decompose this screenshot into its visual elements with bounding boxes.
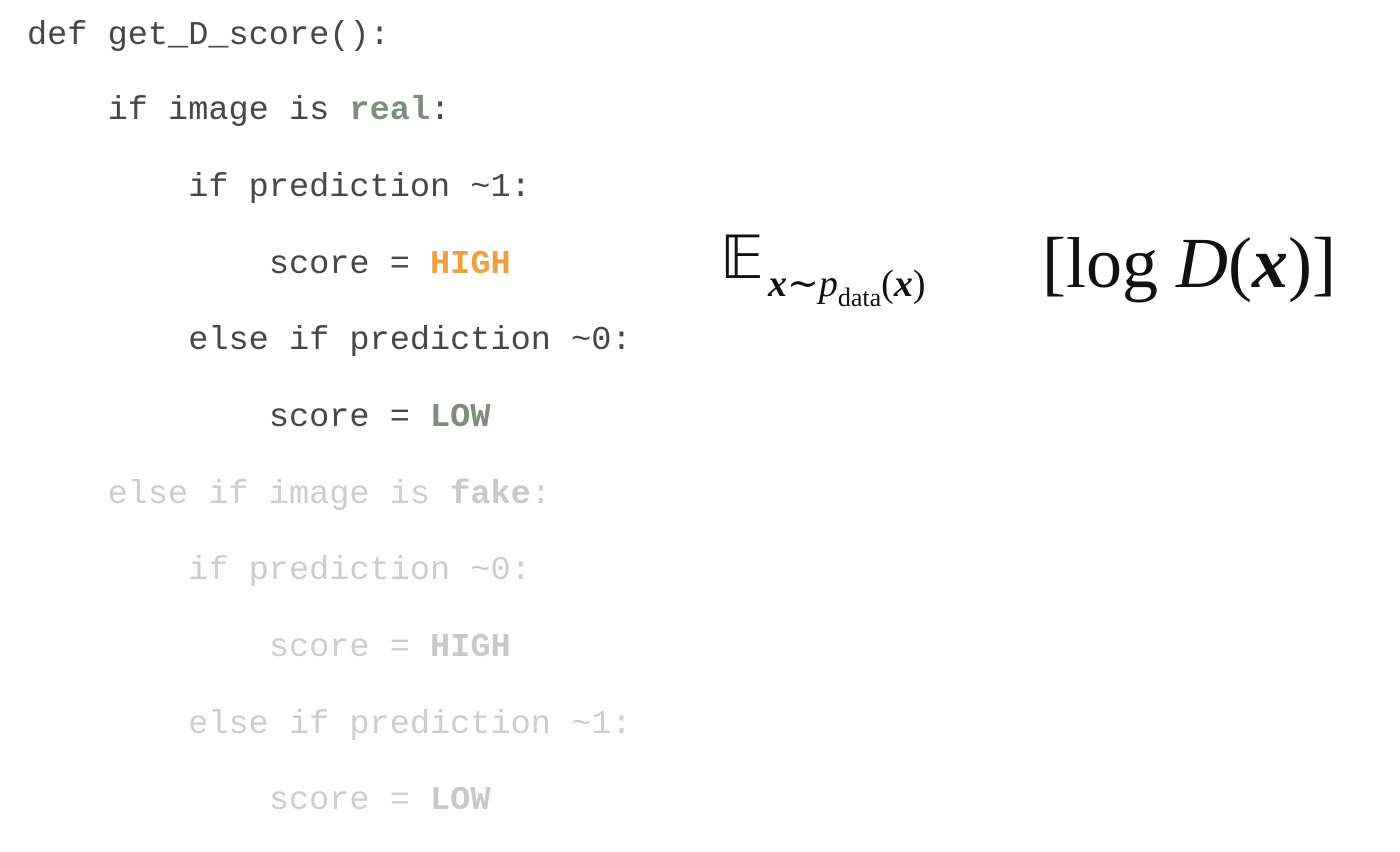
expectation-symbol: 𝔼 — [720, 223, 764, 293]
code-line-score-low-fake: score = LOW — [268, 782, 491, 820]
keyword-high: HIGH — [430, 246, 511, 284]
code-line-if-pred-1: if prediction ~1: — [188, 169, 531, 207]
code-line-score-high: score = HIGH — [268, 246, 511, 284]
code-line-if-real: if image is real: — [107, 92, 451, 130]
keyword-real: real — [349, 92, 431, 130]
formula-subscript: x∼pdata(x) — [768, 263, 926, 312]
keyword-high-fake: HIGH — [430, 629, 511, 667]
formula-main-expression: [log D(x)] — [1042, 223, 1336, 303]
code-line-def: def get_D_score(): — [27, 17, 390, 55]
code-line-if-pred-0: if prediction ~0: — [188, 552, 531, 590]
code-line-else-pred-0: else if prediction ~0: — [188, 322, 632, 360]
keyword-fake: fake — [450, 476, 531, 514]
code-line-else-fake: else if image is fake: — [107, 476, 551, 514]
code-line-score-low: score = LOW — [268, 399, 491, 437]
keyword-low-fake: LOW — [430, 782, 491, 820]
keyword-low: LOW — [430, 399, 491, 437]
code-line-score-high-fake: score = HIGH — [268, 629, 511, 667]
expectation-formula: 𝔼 x∼pdata(x) [log D(x)] — [720, 218, 1370, 318]
code-block: def get_D_score(): if image is real: if … — [0, 0, 700, 852]
code-line-else-pred-1: else if prediction ~1: — [188, 706, 632, 744]
